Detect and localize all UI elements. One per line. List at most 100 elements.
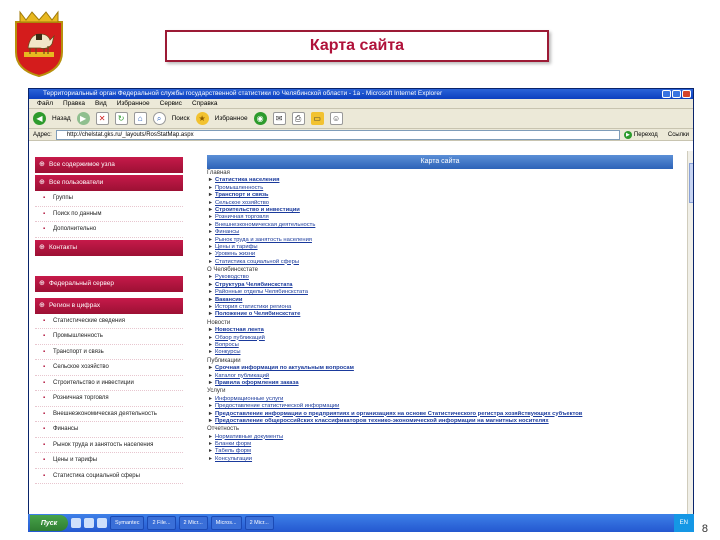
sitemap-link[interactable]: Цены и тарифы bbox=[207, 244, 673, 251]
sitemap-link[interactable]: Внешнеэкономическая деятельность bbox=[207, 222, 673, 229]
media-icon[interactable]: ◉ bbox=[253, 112, 267, 125]
task-button[interactable]: 2 File... bbox=[147, 516, 176, 530]
home-icon[interactable]: ⌂ bbox=[133, 112, 147, 125]
forward-arrow-icon[interactable]: ▶ bbox=[76, 112, 90, 125]
sitemap-section-title: Услуги bbox=[207, 388, 226, 395]
sitemap-link[interactable]: Рынок труда и занятость населения bbox=[207, 237, 673, 244]
menu-help[interactable]: Справка bbox=[192, 99, 218, 108]
sidebar-item[interactable]: Сельское хозяйство bbox=[35, 360, 183, 376]
sidebar-item[interactable]: Цены и тарифы bbox=[35, 453, 183, 469]
quicklaunch-icon[interactable] bbox=[84, 518, 94, 528]
sitemap-link[interactable]: Предоставление информации о предприятиях… bbox=[207, 411, 673, 418]
sitemap-link[interactable]: Обзор публикаций bbox=[207, 335, 673, 342]
maximize-button[interactable] bbox=[672, 90, 681, 98]
menu-favorites[interactable]: Избранное bbox=[117, 99, 150, 108]
sitemap-link[interactable]: Конкурсы bbox=[207, 349, 673, 356]
back-label[interactable]: Назад bbox=[52, 115, 71, 122]
sitemap-link[interactable]: Новостная лента bbox=[207, 327, 673, 334]
sidebar-item-search[interactable]: Поиск по данным bbox=[35, 207, 183, 222]
stop-icon[interactable]: ✕ bbox=[95, 112, 109, 125]
close-button[interactable] bbox=[682, 90, 691, 98]
minimize-button[interactable] bbox=[662, 90, 671, 98]
sitemap-link[interactable]: Руководство bbox=[207, 274, 673, 281]
sitemap-link[interactable]: Правила оформления заказа bbox=[207, 380, 673, 387]
search-icon[interactable]: ⌕ bbox=[152, 112, 166, 125]
nav-header-all-content[interactable]: Все содержимое узла bbox=[35, 157, 183, 173]
messenger-icon[interactable]: ☺ bbox=[329, 112, 343, 125]
back-arrow-icon[interactable]: ◀ bbox=[33, 112, 46, 125]
sitemap-link[interactable]: Сельское хозяйство bbox=[207, 200, 673, 207]
task-button[interactable]: Symantec bbox=[110, 516, 145, 530]
sitemap-link[interactable]: Предоставление статистической информации bbox=[207, 403, 673, 410]
start-button[interactable]: Пуск bbox=[30, 515, 68, 531]
nav-group: Все пользователи Группы Поиск по данным … bbox=[35, 175, 183, 238]
slide: Карта сайта Территориальный орган Федера… bbox=[0, 0, 720, 540]
sitemap-link[interactable]: Каталог публикаций bbox=[207, 373, 673, 380]
sitemap-link[interactable]: Промышленность bbox=[207, 185, 673, 192]
sidebar-item[interactable]: Рынок труда и занятость населения bbox=[35, 438, 183, 453]
sitemap-link[interactable]: Розничная торговля bbox=[207, 214, 673, 221]
folder-icon[interactable]: ▭ bbox=[310, 112, 324, 125]
search-label[interactable]: Поиск bbox=[172, 115, 190, 122]
vertical-scrollbar[interactable] bbox=[687, 151, 693, 527]
slide-title: Карта сайта bbox=[165, 30, 549, 62]
nav-group: Регион в цифрах Статистические сведения … bbox=[35, 297, 183, 484]
sitemap-link[interactable]: Финансы bbox=[207, 229, 673, 236]
favorites-label[interactable]: Избранное bbox=[215, 115, 248, 122]
sidebar-item[interactable]: Финансы bbox=[35, 422, 183, 438]
links-label[interactable]: Ссылки bbox=[668, 132, 693, 138]
sidebar-item-groups[interactable]: Группы bbox=[35, 191, 183, 207]
sitemap-link[interactable]: Нормативные документы bbox=[207, 434, 673, 441]
task-button[interactable]: Micros... bbox=[210, 516, 242, 530]
sidebar-item[interactable]: Транспорт и связь bbox=[35, 345, 183, 360]
sitemap-link[interactable]: История статистики региона bbox=[207, 304, 673, 311]
sitemap-link[interactable]: Структура Челябинскстата bbox=[207, 282, 673, 289]
menu-edit[interactable]: Правка bbox=[63, 99, 85, 108]
refresh-icon[interactable]: ↻ bbox=[114, 112, 128, 125]
sitemap-link[interactable]: Транспорт и связь bbox=[207, 192, 673, 199]
print-icon[interactable]: ⎙ bbox=[291, 112, 305, 125]
task-button[interactable]: 2 Micr... bbox=[244, 516, 274, 530]
sitemap-link[interactable]: Уровень жизни bbox=[207, 251, 673, 258]
quicklaunch-icon[interactable] bbox=[71, 518, 81, 528]
sidebar-item[interactable]: Статистические сведения bbox=[35, 314, 183, 329]
system-tray: EN bbox=[673, 514, 694, 532]
sitemap-link[interactable]: Вакансии bbox=[207, 297, 673, 304]
menu-tools[interactable]: Сервис bbox=[160, 99, 182, 108]
address-input[interactable]: http://chelstat.gks.ru/_layouts/RosStatM… bbox=[55, 129, 620, 140]
go-button[interactable]: ▶ Переход bbox=[623, 130, 664, 140]
sitemap-link[interactable]: Информационные услуги bbox=[207, 396, 673, 403]
language-indicator[interactable]: EN bbox=[680, 520, 688, 526]
mail-icon[interactable]: ✉ bbox=[272, 112, 286, 125]
favorites-star-icon[interactable]: ★ bbox=[195, 112, 209, 125]
browser-page-number: 8 bbox=[672, 498, 678, 509]
sitemap-link[interactable]: Консультации bbox=[207, 456, 673, 463]
browser-window: Территориальный орган Федеральной службы… bbox=[28, 88, 694, 528]
sidebar-item[interactable]: Внешнеэкономическая деятельность bbox=[35, 407, 183, 422]
nav-header-contacts[interactable]: Контакты bbox=[35, 239, 183, 256]
task-button[interactable]: 2 Micr... bbox=[178, 516, 208, 530]
sidebar-item-advanced[interactable]: Дополнительно bbox=[35, 222, 183, 238]
sitemap-link[interactable]: Предоставление общероссийских классифика… bbox=[207, 418, 673, 425]
sitemap-link[interactable]: Бланки форм bbox=[207, 441, 673, 448]
menu-file[interactable]: Файл bbox=[37, 99, 53, 108]
sitemap-link[interactable]: Вопросы bbox=[207, 342, 673, 349]
sitemap-link[interactable]: Статистика населения bbox=[207, 177, 673, 184]
scrollbar-thumb[interactable] bbox=[689, 163, 693, 203]
nav-header-users[interactable]: Все пользователи bbox=[35, 175, 183, 191]
sidebar-item[interactable]: Промышленность bbox=[35, 329, 183, 345]
sitemap-link[interactable]: Срочная информация по актуальным вопроса… bbox=[207, 365, 673, 372]
nav-header-federal[interactable]: Федеральный сервер bbox=[35, 275, 183, 292]
quicklaunch-icon[interactable] bbox=[97, 518, 107, 528]
sidebar-item[interactable]: Розничная торговля bbox=[35, 391, 183, 407]
sitemap-link[interactable]: Строительство и инвестиции bbox=[207, 207, 673, 214]
sitemap-link[interactable]: Районные отделы Челябинскстата bbox=[207, 289, 673, 296]
menu-view[interactable]: Вид bbox=[95, 99, 107, 108]
toolbar: ◀ Назад ▶ ✕ ↻ ⌂ ⌕ Поиск ★ Избранное ◉ ✉ … bbox=[29, 109, 693, 129]
sitemap-link[interactable]: Положение о Челябинскстате bbox=[207, 311, 673, 318]
nav-header-region[interactable]: Регион в цифрах bbox=[35, 297, 183, 314]
sidebar-item[interactable]: Строительство и инвестиции bbox=[35, 376, 183, 391]
sidebar-item[interactable]: Статистика социальной сферы bbox=[35, 469, 183, 484]
sitemap-link[interactable]: Статистика социальной сферы bbox=[207, 259, 673, 266]
sitemap-link[interactable]: Табель форм bbox=[207, 448, 673, 455]
